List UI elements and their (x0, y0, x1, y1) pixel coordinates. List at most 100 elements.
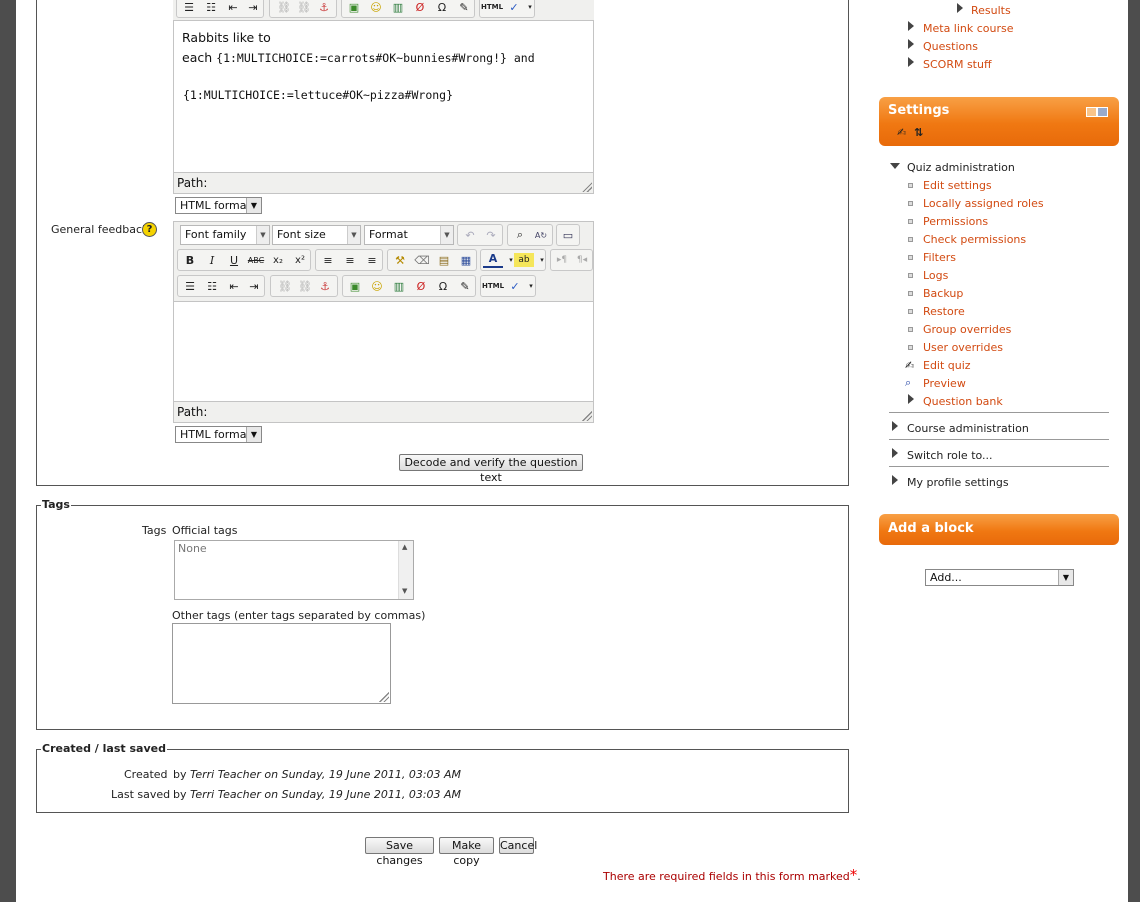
edit-html-icon[interactable]: ✎ (455, 276, 475, 296)
emoticon-icon[interactable]: ☺ (367, 276, 387, 296)
quiz-admin-item[interactable]: Restore (923, 305, 965, 318)
indent-icon[interactable]: ⇥ (243, 0, 263, 17)
emoticon-icon[interactable]: ☺ (366, 0, 386, 17)
question-text-area[interactable]: Rabbits like to each {1:MULTICHOICE:=car… (173, 20, 594, 173)
text-color-icon[interactable]: A (483, 250, 503, 268)
quiz-admin-item[interactable]: Filters (923, 251, 956, 264)
quiz-admin-item[interactable]: User overrides (923, 341, 1003, 354)
scrollbar[interactable]: ▲ ▼ (398, 541, 413, 599)
expand-arrow-icon[interactable] (892, 448, 898, 458)
expand-arrow-icon[interactable] (892, 475, 898, 485)
dock-icon[interactable] (1086, 107, 1108, 117)
eraser-icon[interactable]: ⌫ (412, 250, 432, 270)
bold-icon[interactable]: B (180, 250, 200, 270)
edit-icon[interactable]: ✍ (897, 126, 906, 139)
anchor-icon[interactable]: ⚓ (314, 0, 334, 17)
special-char-icon[interactable]: Ω (433, 276, 453, 296)
link-icon[interactable]: ⛓ (275, 276, 295, 296)
save-changes-button[interactable]: Save changes (365, 837, 434, 867)
ltr-icon[interactable]: ▸¶ (552, 250, 572, 270)
quiz-admin-item[interactable]: Logs (923, 269, 948, 282)
media-icon[interactable]: ▥ (388, 0, 408, 17)
find-icon[interactable]: ⌕ (510, 225, 530, 245)
unlink-icon[interactable]: ⛓ (295, 276, 315, 296)
move-icon[interactable]: ⇅ (914, 126, 923, 139)
feedback-text-area[interactable] (173, 301, 594, 402)
resize-grip-icon[interactable] (582, 182, 592, 192)
nav-link-results[interactable]: Results (971, 4, 1011, 17)
expand-arrow-icon[interactable] (908, 394, 914, 404)
fullscreen-icon[interactable]: ▭ (558, 225, 578, 245)
image-icon[interactable]: ▣ (345, 276, 365, 296)
redo-icon[interactable]: ↷ (481, 225, 501, 245)
italic-icon[interactable]: I (202, 250, 222, 270)
highlight-dropdown-icon[interactable]: ▾ (532, 250, 552, 270)
image-icon[interactable]: ▣ (344, 0, 364, 17)
quiz-admin-item[interactable]: Group overrides (923, 323, 1011, 336)
link-icon[interactable]: ⛓ (274, 0, 294, 17)
html-source-icon[interactable]: HTML (481, 0, 503, 17)
align-center-icon[interactable]: ≡ (340, 250, 360, 270)
make-copy-button[interactable]: Make copy (439, 837, 494, 867)
quiz-admin-item[interactable]: Permissions (923, 215, 988, 228)
nolink-icon[interactable]: Ø (410, 0, 430, 17)
expand-arrow-icon[interactable] (908, 21, 914, 31)
nolink-icon[interactable]: Ø (411, 276, 431, 296)
paste-word-icon[interactable]: ▦ (456, 250, 476, 270)
decode-verify-button[interactable]: Decode and verify the question text (399, 454, 583, 484)
numbered-list-icon[interactable]: ☷ (202, 276, 222, 296)
bullet-list-icon[interactable]: ☰ (179, 0, 199, 17)
resize-grip-icon[interactable] (379, 692, 389, 702)
cleanup-icon[interactable]: ⚒ (390, 250, 410, 270)
align-left-icon[interactable]: ≡ (318, 250, 338, 270)
media-icon[interactable]: ▥ (389, 276, 409, 296)
feedback-format-select[interactable]: HTML format ▼ (175, 426, 262, 443)
expand-arrow-icon[interactable] (892, 421, 898, 431)
font-size-select[interactable]: Font size ▼ (272, 225, 361, 245)
bullet-list-icon[interactable]: ☰ (180, 276, 200, 296)
special-char-icon[interactable]: Ω (432, 0, 452, 17)
spellcheck-dropdown-icon[interactable]: ▾ (521, 276, 541, 296)
my-profile-settings[interactable]: My profile settings (907, 476, 1009, 489)
unlink-icon[interactable]: ⛓ (294, 0, 314, 17)
nav-link-scorm[interactable]: SCORM stuff (923, 58, 992, 71)
outdent-icon[interactable]: ⇤ (224, 276, 244, 296)
spellcheck-dropdown-icon[interactable]: ▾ (520, 0, 540, 17)
underline-icon[interactable]: U (224, 250, 244, 270)
edit-quiz-link[interactable]: Edit quiz (923, 359, 971, 372)
question-bank-link[interactable]: Question bank (923, 395, 1003, 408)
replace-icon[interactable]: A↻ (531, 225, 551, 245)
outdent-icon[interactable]: ⇤ (223, 0, 243, 17)
indent-icon[interactable]: ⇥ (244, 276, 264, 296)
rtl-icon[interactable]: ¶◂ (572, 250, 592, 270)
subscript-icon[interactable]: x₂ (268, 250, 288, 270)
switch-role[interactable]: Switch role to... (907, 449, 993, 462)
anchor-icon[interactable]: ⚓ (315, 276, 335, 296)
quiz-admin-item[interactable]: Edit settings (923, 179, 992, 192)
scroll-down-icon[interactable]: ▼ (402, 587, 407, 595)
superscript-icon[interactable]: x² (290, 250, 310, 270)
expand-arrow-icon[interactable] (908, 39, 914, 49)
quiz-administration[interactable]: Quiz administration (907, 161, 1015, 174)
scroll-up-icon[interactable]: ▲ (402, 543, 407, 551)
other-tags-input[interactable] (172, 623, 391, 704)
font-family-select[interactable]: Font family ▼ (180, 225, 270, 245)
align-right-icon[interactable]: ≡ (362, 250, 382, 270)
question-format-select[interactable]: HTML format ▼ (175, 197, 262, 214)
quiz-admin-item[interactable]: Check permissions (923, 233, 1026, 246)
paste-text-icon[interactable]: ▤ (434, 250, 454, 270)
strikethrough-icon[interactable]: ABC (246, 250, 266, 270)
undo-icon[interactable]: ↶ (460, 225, 480, 245)
preview-link[interactable]: Preview (923, 377, 966, 390)
quiz-admin-item[interactable]: Backup (923, 287, 963, 300)
collapse-arrow-icon[interactable] (957, 3, 963, 13)
nav-link-questions[interactable]: Questions (923, 40, 978, 53)
expand-arrow-icon[interactable] (908, 57, 914, 67)
help-icon[interactable]: ? (142, 222, 157, 237)
resize-grip-icon[interactable] (582, 411, 592, 421)
format-select[interactable]: Format ▼ (364, 225, 454, 245)
highlight-color-icon[interactable]: ab (514, 253, 534, 267)
numbered-list-icon[interactable]: ☷ (201, 0, 221, 17)
quiz-admin-item[interactable]: Locally assigned roles (923, 197, 1044, 210)
edit-html-icon[interactable]: ✎ (454, 0, 474, 17)
